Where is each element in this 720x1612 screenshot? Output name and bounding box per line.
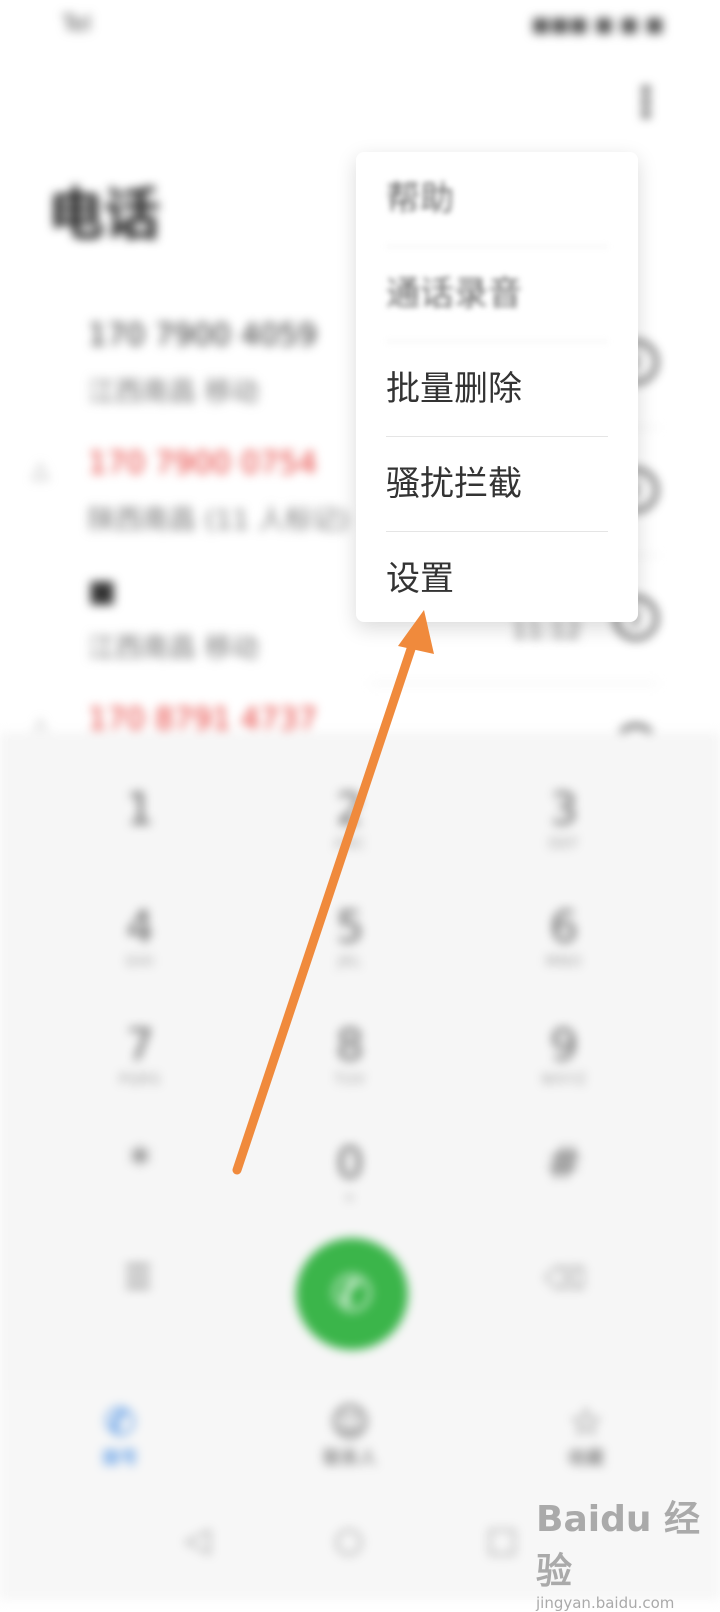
watermark: Baidu 经验 jingyan.baidu.com (536, 1490, 706, 1612)
watermark-url: jingyan.baidu.com (536, 1594, 675, 1612)
annotation-arrow (232, 610, 434, 1175)
watermark-brand: Baidu 经验 (536, 1499, 701, 1592)
arrow-head (398, 610, 434, 654)
arrow-shaft (232, 635, 419, 1175)
